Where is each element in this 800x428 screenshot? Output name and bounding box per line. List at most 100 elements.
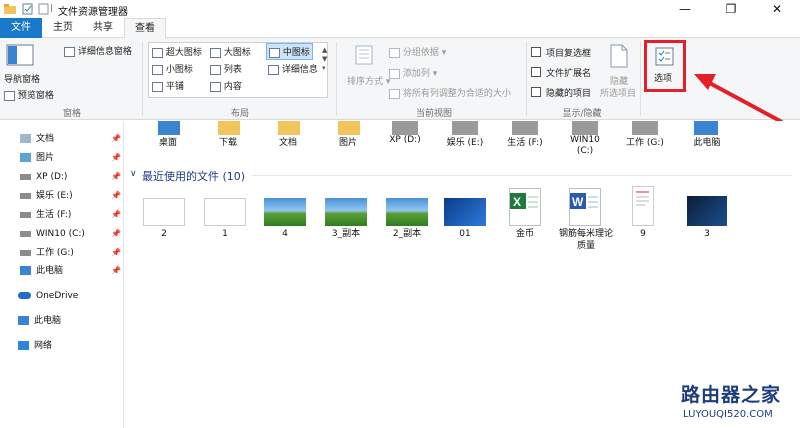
section-divider (252, 175, 792, 176)
panes-group-label: 窗格 (62, 109, 81, 119)
small-icons-icon (152, 64, 163, 75)
layout-details[interactable]: 详细信息 (268, 62, 318, 75)
drive-icon (20, 230, 31, 237)
nav-item-label: OneDrive (36, 291, 79, 301)
recent-file-2[interactable]: 2 (134, 228, 194, 240)
preview-pane-button[interactable]: 预览窗格 (4, 88, 54, 101)
recent-file-4[interactable]: 4 (255, 228, 315, 240)
layout-content[interactable]: 内容 (210, 79, 242, 92)
pin-icon[interactable]: 📌 (111, 248, 121, 257)
nav-item-label: 此电脑 (34, 316, 62, 326)
cloud-icon (18, 292, 31, 299)
recent-file-1[interactable]: 1 (195, 228, 255, 240)
tab-file[interactable]: 文件 (0, 18, 42, 38)
drive-icon (512, 121, 538, 135)
frequent-folder-downloads[interactable]: 下载 (208, 135, 248, 148)
nav-item-onedrive[interactable]: OneDrive (18, 288, 78, 304)
group-by-label: 分组依据 (402, 48, 439, 58)
navigation-pane-button[interactable]: 导航窗格 (4, 72, 40, 85)
nav-item-drive-d[interactable]: XP (D:) (20, 169, 67, 185)
recent-file-9[interactable]: 9 (613, 228, 673, 240)
recent-file-rebar-weight[interactable]: 钢筋每米理论质量 (558, 228, 614, 252)
nav-item-label: 此电脑 (36, 266, 64, 276)
recent-file-gold-coin[interactable]: 金币 (495, 228, 555, 240)
recent-file-01[interactable]: 01 (435, 228, 495, 240)
frequent-folder-documents[interactable]: 文档 (268, 135, 308, 148)
word-file-icon: W (569, 188, 601, 226)
size-all-columns-button[interactable]: 将所有列调整为合适的大小 (389, 86, 511, 99)
minimize-button[interactable]: — (662, 0, 708, 18)
details-pane-button[interactable]: 详细信息窗格 (64, 44, 132, 57)
layout-small[interactable]: 小图标 (152, 62, 193, 75)
add-columns-label: 添加列 (402, 69, 430, 79)
pin-icon[interactable]: 📌 (111, 266, 121, 275)
document-thumbnail (204, 198, 246, 226)
pin-icon[interactable]: 📌 (111, 191, 121, 200)
recent-file-3-copy[interactable]: 3_副本 (316, 228, 376, 240)
group-by-icon (389, 47, 400, 58)
nav-item-drive-f[interactable]: 生活 (F:) (20, 207, 71, 223)
add-columns-icon (389, 68, 400, 79)
large-icons-icon (210, 47, 221, 58)
chevron-down-icon[interactable]: ∨ (130, 169, 137, 179)
show-hide-group-label: 显示/隐藏 (562, 109, 602, 119)
layout-tiles[interactable]: 平铺 (152, 79, 184, 92)
nav-item-pictures[interactable]: 图片 (20, 150, 54, 166)
nav-item-drive-c[interactable]: WIN10 (C:) (20, 226, 85, 242)
layout-tiles-label: 平铺 (165, 82, 184, 92)
pin-icon[interactable]: 📌 (111, 229, 121, 238)
layout-extra-large[interactable]: 超大图标 (152, 45, 202, 58)
tab-home[interactable]: 主页 (44, 18, 82, 38)
nav-item-label: 文档 (36, 134, 55, 144)
add-columns-button[interactable]: 添加列 ▾ (389, 66, 437, 79)
layout-large[interactable]: 大图标 (210, 45, 251, 58)
layout-medium[interactable]: 中图标 (266, 43, 313, 60)
tab-share[interactable]: 共享 (84, 18, 122, 38)
layout-list-label: 列表 (223, 65, 242, 75)
item-checkboxes-checkbox[interactable] (531, 47, 541, 57)
frequent-drive-f[interactable]: 生活 (F:) (502, 135, 548, 148)
frequent-drive-c[interactable]: WIN10 (C:) (562, 135, 608, 157)
layout-large-label: 大图标 (223, 48, 251, 58)
pin-icon[interactable]: 📌 (111, 134, 121, 143)
properties-icon[interactable] (22, 3, 34, 15)
watermark-title: 路由器之家 (681, 384, 782, 406)
current-view-group-label: 当前视图 (415, 109, 452, 119)
pin-icon[interactable]: 📌 (111, 172, 121, 181)
tab-view[interactable]: 查看 (124, 18, 166, 39)
frequent-this-pc[interactable]: 此电脑 (684, 135, 730, 148)
nav-item-documents[interactable]: 文档 (20, 131, 54, 147)
landscape-image-thumbnail (386, 198, 428, 226)
nav-item-this-pc[interactable]: 此电脑 (18, 313, 61, 329)
nav-item-this-pc-pinned[interactable]: 此电脑 (20, 263, 63, 279)
hidden-items-checkbox[interactable] (531, 87, 541, 97)
recent-file-2-copy[interactable]: 2_副本 (377, 228, 437, 240)
close-button[interactable]: ✕ (754, 0, 800, 18)
frequent-folder-desktop[interactable]: 桌面 (148, 135, 188, 148)
file-extensions-checkbox[interactable] (531, 67, 541, 77)
frequent-drive-d[interactable]: XP (D:) (382, 135, 428, 145)
preview-pane-icon (4, 90, 15, 101)
layout-list[interactable]: 列表 (210, 62, 242, 75)
nav-item-network[interactable]: 网络 (18, 338, 52, 354)
frequent-drive-g[interactable]: 工作 (G:) (622, 135, 668, 148)
new-folder-icon[interactable] (38, 3, 50, 15)
nav-item-drive-g[interactable]: 工作 (G:) (20, 245, 74, 261)
watermark-url: LUYOUQI520.COM (683, 409, 773, 420)
group-separator (142, 42, 143, 116)
maximize-button[interactable]: ❐ (708, 0, 754, 18)
pin-icon[interactable]: 📌 (111, 153, 121, 162)
nav-item-drive-e[interactable]: 娱乐 (E:) (20, 188, 73, 204)
documents-folder-icon (278, 121, 300, 135)
layout-scroll-arrows[interactable]: ▲ ▼ ▾ (322, 46, 327, 73)
medium-icons-icon (269, 47, 280, 58)
pin-icon[interactable]: 📌 (111, 210, 121, 219)
size-all-columns-label: 将所有列调整为合适的大小 (402, 89, 511, 99)
recent-files-header[interactable]: 最近使用的文件 (10) (142, 168, 245, 184)
desktop-folder-icon (158, 121, 180, 135)
group-by-button[interactable]: 分组依据 ▾ (389, 45, 446, 58)
recent-file-3[interactable]: 3 (677, 228, 737, 240)
frequent-folder-pictures[interactable]: 图片 (328, 135, 368, 148)
sort-by-button[interactable]: 排序方式 ▾ (347, 74, 390, 87)
frequent-drive-e[interactable]: 娱乐 (E:) (442, 135, 488, 148)
